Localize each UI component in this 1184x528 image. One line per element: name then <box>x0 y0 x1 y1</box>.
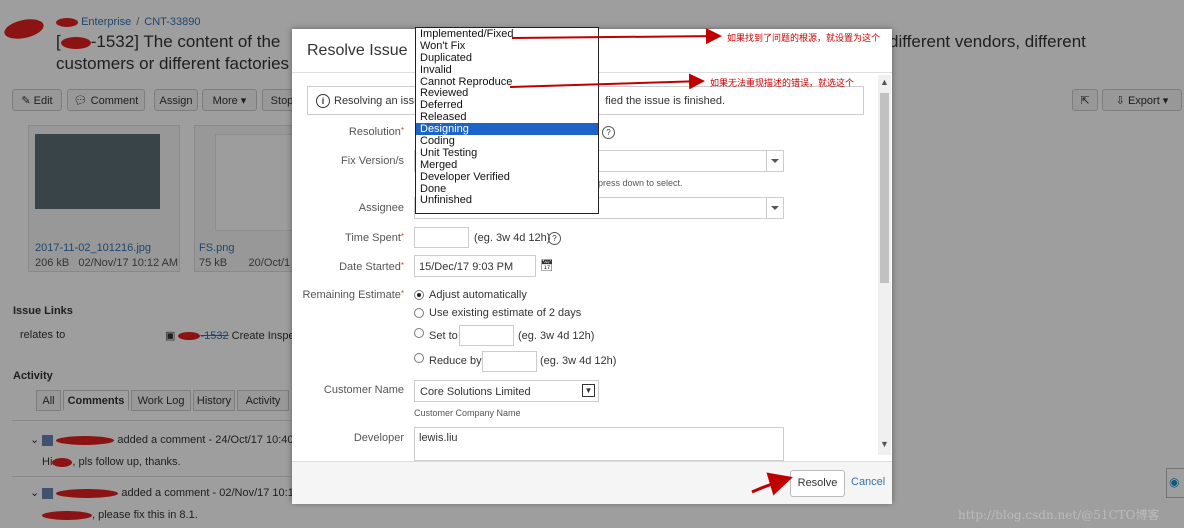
arrow-cannot-reproduce <box>509 73 705 90</box>
annotation-note: 如果无法重现描述的错误，就选这个 <box>710 78 855 88</box>
arrow-fixed <box>511 28 722 45</box>
annotation-arrows <box>509 28 793 496</box>
arrow-resolve <box>751 472 793 496</box>
annotation-note: 如果找到了问题的根源，就设置为这个 <box>727 33 881 43</box>
watermark: http://blog.csdn.net/@51CTO博客 <box>958 508 1160 522</box>
